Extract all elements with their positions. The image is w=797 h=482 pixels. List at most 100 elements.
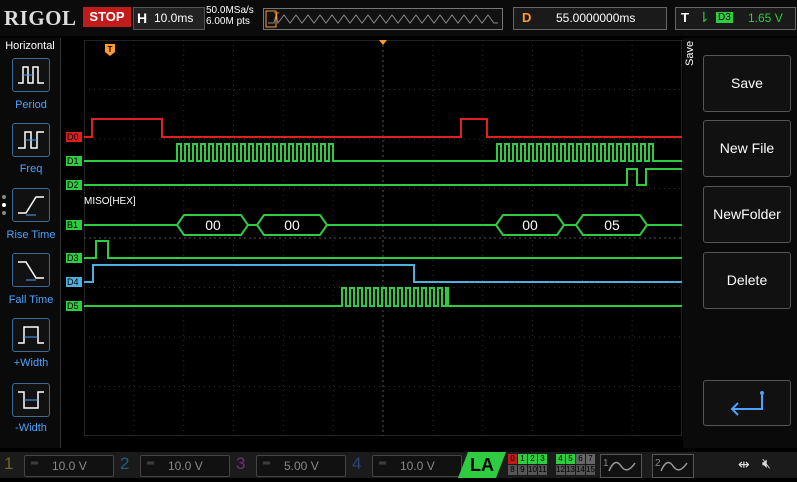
- la-bit: 4: [556, 454, 565, 464]
- channel-4-scale: 10.0 V: [400, 459, 435, 473]
- period-label: Period: [15, 99, 47, 111]
- trigger-source: D3: [716, 12, 733, 23]
- freq-icon: [18, 131, 44, 149]
- dc-coupling-icon: ═: [263, 458, 271, 469]
- trigger-box[interactable]: T ⇂ D3 1.65 V: [675, 7, 796, 30]
- la-bit: 8: [508, 465, 517, 475]
- enter-icon: [730, 391, 764, 416]
- neg-width-label: -Width: [15, 422, 47, 434]
- d4-label[interactable]: D4: [67, 277, 79, 287]
- delay-key: D: [522, 10, 532, 25]
- dc-coupling-icon: ═: [147, 458, 155, 469]
- la-bit: 0: [508, 454, 517, 464]
- la-bit: 5: [566, 454, 575, 464]
- rigol-logo: RIGOL: [4, 6, 77, 30]
- speaker-muted-icon[interactable]: 🔇︎: [762, 455, 771, 472]
- freq-button[interactable]: [12, 123, 50, 157]
- la-channel-map: 0 1 2 3 4 5 6 7 8 9 10 11 12 13 14 15: [508, 454, 595, 476]
- la-bit: 7: [586, 454, 595, 464]
- fall-time-button[interactable]: [12, 253, 50, 287]
- usb-icon: ⇹: [738, 456, 750, 472]
- timebase-value: 10.0ms: [154, 11, 194, 25]
- save-menu-title: Save: [684, 40, 696, 66]
- pos-width-icon: [18, 326, 44, 344]
- channel-2-status[interactable]: 2 ═ 10.0 V: [116, 452, 232, 478]
- la-bit: 11: [538, 465, 547, 475]
- horizontal-measure-panel: Horizontal Period Freq Rise Time Fall Ti…: [0, 38, 61, 448]
- channel-1-number: 1: [4, 454, 14, 473]
- b1-label[interactable]: B1: [67, 220, 78, 230]
- freq-label: Freq: [19, 163, 43, 175]
- page-indicator: [2, 195, 6, 219]
- rise-time-button[interactable]: [12, 188, 50, 222]
- save-button[interactable]: Save: [703, 55, 791, 112]
- d5-label[interactable]: D5: [67, 301, 79, 311]
- bus-value: 00: [284, 217, 300, 233]
- neg-width-icon: [18, 391, 44, 409]
- waveform-display[interactable]: T 00 00 00 05 MISO[HEX]: [84, 40, 682, 436]
- source-1-number: 1: [603, 458, 609, 469]
- channel-1-status[interactable]: 1 ═ 10.0 V: [0, 452, 116, 478]
- d3-label[interactable]: D3: [67, 253, 79, 263]
- new-folder-button[interactable]: NewFolder: [703, 186, 791, 243]
- channel-2-scale: 10.0 V: [168, 459, 203, 473]
- panel-title: Horizontal: [5, 40, 55, 52]
- la-bit: 12: [556, 465, 565, 475]
- pos-width-button[interactable]: [12, 318, 50, 352]
- fall-time-label: Fall Time: [8, 294, 54, 306]
- channel-1-scale: 10.0 V: [52, 459, 87, 473]
- neg-width-button[interactable]: [12, 383, 50, 417]
- la-bit: 9: [518, 465, 527, 475]
- new-file-button[interactable]: New File: [703, 120, 791, 177]
- acquisition-info: 50.0MSa/s 6.00M pts: [206, 5, 254, 27]
- bus-value: 05: [604, 217, 620, 233]
- channel-3-number: 3: [236, 454, 246, 473]
- bus-value: 00: [522, 217, 538, 233]
- sample-rate: 50.0MSa/s: [206, 5, 254, 16]
- channel-label-column: D0 D1 D2 B1 D3 D4 D5: [66, 132, 82, 311]
- delay-box[interactable]: D 55.0000000ms: [513, 7, 667, 30]
- rise-time-icon: [18, 196, 44, 216]
- d1-label[interactable]: D1: [67, 156, 79, 166]
- delete-button[interactable]: Delete: [703, 252, 791, 309]
- channel-2-number: 2: [120, 454, 130, 473]
- trigger-edge-icon: ⇂: [698, 9, 710, 25]
- dc-coupling-icon: ═: [379, 458, 387, 469]
- la-bit: 3: [538, 454, 547, 464]
- rise-time-label: Rise Time: [6, 229, 56, 241]
- pos-width-label: +Width: [13, 357, 49, 369]
- period-icon: [18, 66, 44, 84]
- la-bit: 14: [576, 465, 585, 475]
- source-1-button[interactable]: 1: [600, 454, 642, 478]
- fall-time-icon: [18, 261, 44, 281]
- la-bit: 6: [576, 454, 585, 464]
- overview-trigger-icon: T: [274, 11, 280, 21]
- la-bit: 15: [586, 465, 595, 475]
- channel-4-status[interactable]: 4 ═ 10.0 V: [348, 452, 464, 478]
- timebase-box[interactable]: H 10.0ms: [133, 7, 205, 30]
- source-2-number: 2: [655, 458, 661, 469]
- memory-depth: 6.00M pts: [206, 16, 250, 27]
- period-button[interactable]: [12, 58, 50, 92]
- run-stop-indicator[interactable]: STOP: [83, 7, 131, 27]
- source-2-button[interactable]: 2: [652, 454, 694, 478]
- channel-3-scale: 5.00 V: [284, 459, 319, 473]
- la-bit: 13: [566, 465, 575, 475]
- svg-text:T: T: [108, 45, 113, 54]
- memory-overview-bar[interactable]: T: [263, 8, 503, 30]
- horizontal-key: H: [137, 10, 148, 26]
- dc-coupling-icon: ═: [31, 458, 39, 469]
- channel-3-status[interactable]: 3 ═ 5.00 V: [232, 452, 348, 478]
- bus-label: MISO[HEX]: [84, 196, 136, 207]
- d0-label[interactable]: D0: [67, 132, 79, 142]
- la-bit: 10: [528, 465, 537, 475]
- d2-label[interactable]: D2: [67, 180, 79, 190]
- trigger-key: T: [681, 10, 689, 25]
- enter-button[interactable]: [703, 380, 791, 426]
- la-bit: 1: [518, 454, 527, 464]
- la-bit: 2: [528, 454, 537, 464]
- delay-value: 55.0000000ms: [556, 11, 636, 25]
- bus-value: 00: [205, 217, 221, 233]
- channel-4-number: 4: [352, 454, 362, 473]
- trigger-level: 1.65 V: [748, 11, 783, 25]
